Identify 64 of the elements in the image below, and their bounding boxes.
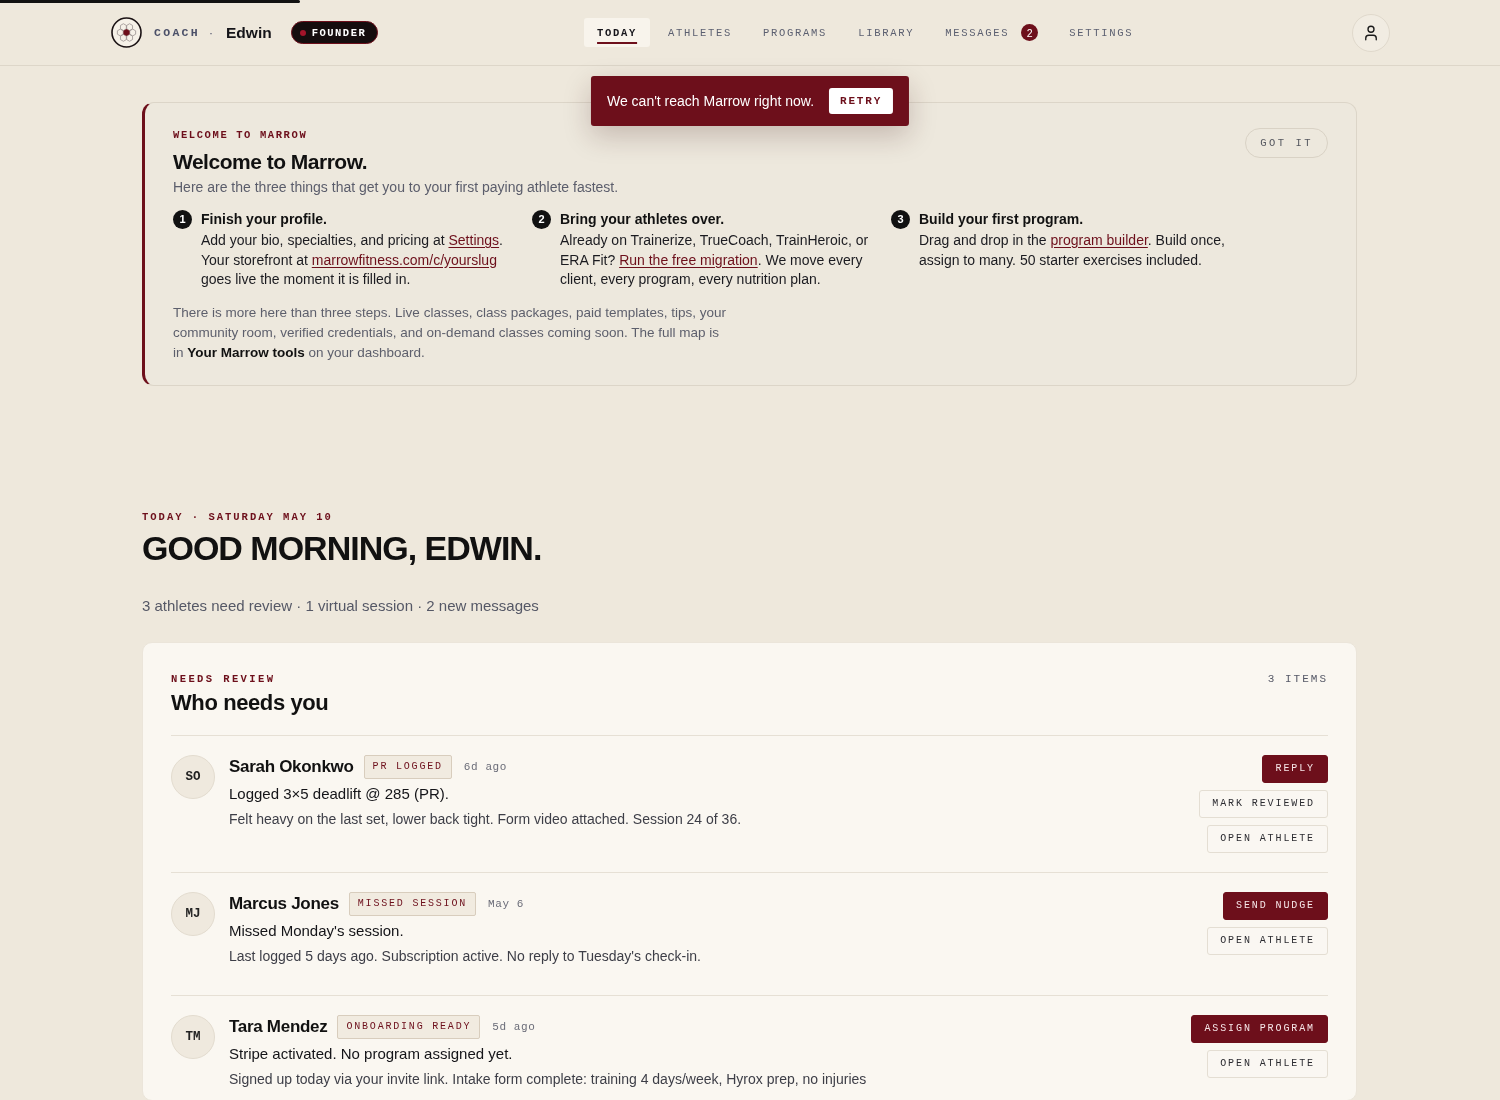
text-link[interactable]: marrowfitness.com/c/yourslug [311,251,497,268]
step-number-badge: 3 [891,209,910,229]
secondary-action-button[interactable]: OPEN ATHLETE [1207,824,1328,853]
primary-action-button[interactable]: SEND NUDGE [1223,891,1328,920]
welcome-footnote: There is more here than three steps. Live classes, class packages, paid templates, tips, your community room, verified credentials, and on-demand classes coming soon. The full map is in Your Marrow tools on your dashboard. [173,303,728,362]
section-eyebrow: NEEDS REVIEW [171,671,277,686]
nav-tab[interactable]: LIBRARY [845,18,928,47]
unread-count-badge: 2 [1021,24,1039,41]
nav-tab[interactable]: PROGRAMS [750,18,841,47]
step-title: Bring your athletes over. [560,210,726,229]
activity-headline: Logged 3×5 deadlift @ 285 (PR). [229,783,450,804]
text-link[interactable]: Run the free migration [619,251,758,268]
dot-icon [299,29,306,36]
role-label: COACH [154,26,200,39]
timestamp: 6d ago [463,760,508,773]
date-eyebrow: TODAY · SATURDAY MAY 10 [142,509,334,524]
welcome-title: Welcome to Marrow. [173,149,369,175]
retry-button[interactable]: RETRY [829,88,894,114]
user-icon [1362,23,1380,42]
timestamp: May 6 [488,897,524,910]
brand-separator: · [209,25,213,40]
step-number-badge: 2 [532,209,551,229]
timestamp: 5d ago [492,1020,536,1033]
summary-text: 3 athletes need review · 1 virtual session · 2 new messages [142,595,540,616]
step-description: Already on Trainerize, TrueCoach, TrainHeroic, or ERA Fit? Run the free migration. We move every client, every program, every nutrition plan. [560,231,870,289]
profile-button[interactable] [1352,13,1390,52]
athlete-avatar: MJ [171,891,215,936]
athlete-avatar: TM [171,1014,215,1059]
status-tag: ONBOARDING READY [337,1014,481,1039]
text-link[interactable]: program builder [1050,232,1148,248]
nav-tab[interactable]: MESSAGES 2 [932,18,1052,47]
activity-detail: Felt heavy on the last set, lower back tight. Form video attached. Session 24 of 36. [229,809,743,829]
toast-message: We can't reach Marrow right now. [606,93,814,109]
welcome-subtitle: Here are the three things that get you to your first paying athlete fastest. [173,178,619,197]
logo-icon [111,17,142,48]
athlete-avatar: SO [171,754,215,799]
activity-headline: Missed Monday's session. [229,920,405,941]
user-name: Edwin [226,23,272,42]
nav-tab[interactable]: SETTINGS [1056,18,1147,47]
status-tag: PR LOGGED [363,754,452,779]
nav-tab[interactable]: TODAY [584,18,651,47]
step-description: Add your bio, specialties, and pricing at Settings. Your storefront at marrowfitness.com/c/yourslug goes live the moment it is filled in. [201,231,504,289]
activity-headline: Stripe activated. No program assigned yet. [229,1043,514,1064]
nav-tab[interactable]: ATHLETES [655,18,746,47]
primary-action-button[interactable]: REPLY [1262,754,1328,783]
step-number-badge: 1 [173,209,192,229]
item-count: 3 ITEMS [1267,671,1328,686]
step-title: Build your first program. [919,210,1085,229]
secondary-action-button[interactable]: MARK REVIEWED [1199,789,1328,818]
secondary-action-button[interactable]: OPEN ATHLETE [1207,926,1328,955]
primary-action-button[interactable]: ASSIGN PROGRAM [1191,1014,1328,1043]
activity-detail: Signed up today via your invite link. Intake form complete: training 4 days/week, Hyrox prep, no injuries [229,1069,868,1089]
status-tag: MISSED SESSION [348,891,476,916]
athlete-name: Tara Mendez [229,1015,328,1038]
athlete-name: Sarah Okonkwo [229,755,354,778]
activity-detail: Last logged 5 days ago. Subscription active. No reply to Tuesday's check-in. [229,946,702,966]
section-title: Who needs you [171,688,329,717]
founder-label: FOUNDER [311,26,367,39]
secondary-action-button[interactable]: OPEN ATHLETE [1207,1049,1328,1078]
greeting-heading: GOOD MORNING, EDWIN. [142,527,543,568]
step-description: Drag and drop in the program builder. Build once, assign to many. 50 starter exercises included. [919,231,1226,270]
step-title: Finish your profile. [201,210,328,229]
eyebrow-label: WELCOME TO MARROW [173,128,309,142]
athlete-name: Marcus Jones [229,892,339,915]
